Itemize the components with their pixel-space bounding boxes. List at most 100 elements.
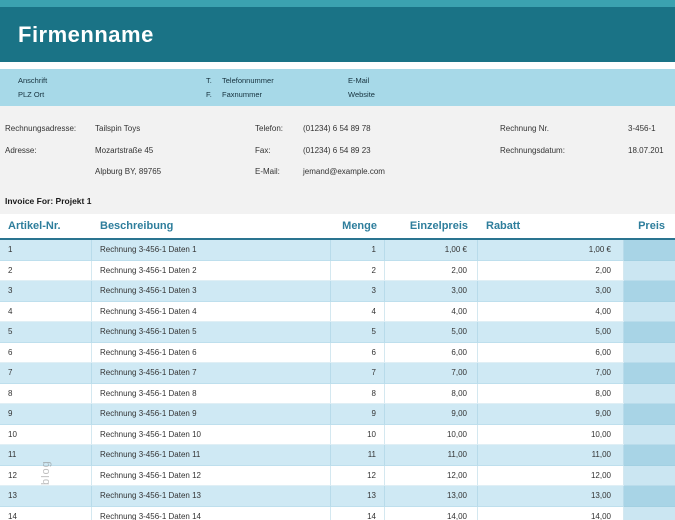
cell-einzelpreis: 14,00 <box>385 507 478 520</box>
cell-einzelpreis: 5,00 <box>385 322 478 343</box>
cell-artikel-nr: 3 <box>0 281 92 302</box>
website-label: Website <box>348 90 375 99</box>
cell-menge: 10 <box>331 425 385 446</box>
table-row: 9Rechnung 3-456-1 Daten 999,009,00 <box>0 404 675 425</box>
cell-menge: 14 <box>331 507 385 520</box>
cell-rabatt: 3,00 <box>478 281 624 302</box>
cell-einzelpreis: 3,00 <box>385 281 478 302</box>
cell-beschreibung: Rechnung 3-456-1 Daten 7 <box>92 363 331 384</box>
cell-beschreibung: Rechnung 3-456-1 Daten 2 <box>92 261 331 282</box>
table-row: 12Rechnung 3-456-1 Daten 121212,0012,00 <box>0 466 675 487</box>
table-row: 10Rechnung 3-456-1 Daten 101010,0010,00 <box>0 425 675 446</box>
cell-artikel-nr: 9 <box>0 404 92 425</box>
table-row: 6Rechnung 3-456-1 Daten 666,006,00 <box>0 343 675 364</box>
fax-value: (01234) 6 54 89 23 <box>303 146 371 155</box>
cell-artikel-nr: 7 <box>0 363 92 384</box>
phone-prefix: T. <box>206 76 212 85</box>
cell-menge: 3 <box>331 281 385 302</box>
table-row: 4Rechnung 3-456-1 Daten 444,004,00 <box>0 302 675 323</box>
cell-beschreibung: Rechnung 3-456-1 Daten 10 <box>92 425 331 446</box>
email-label: E-Mail: <box>255 167 280 176</box>
cell-rabatt: 5,00 <box>478 322 624 343</box>
cell-menge: 4 <box>331 302 385 323</box>
invoice-date-label: Rechnungsdatum: <box>500 146 565 155</box>
cell-menge: 13 <box>331 486 385 507</box>
table-row: 7Rechnung 3-456-1 Daten 777,007,00 <box>0 363 675 384</box>
column-header-preis: Preis <box>624 214 675 238</box>
cell-artikel-nr: 1 <box>0 240 92 261</box>
column-header-beschreibung: Beschreibung <box>92 214 331 238</box>
cell-menge: 2 <box>331 261 385 282</box>
cell-einzelpreis: 7,00 <box>385 363 478 384</box>
cell-menge: 9 <box>331 404 385 425</box>
cell-menge: 7 <box>331 363 385 384</box>
top-accent-strip <box>0 0 675 7</box>
address-label: Anschrift <box>18 76 47 85</box>
phone-label: Telefonnummer <box>222 76 274 85</box>
cell-menge: 6 <box>331 343 385 364</box>
cell-rabatt: 6,00 <box>478 343 624 364</box>
table-row: 13Rechnung 3-456-1 Daten 131313,0013,00 <box>0 486 675 507</box>
cell-preis <box>624 363 675 384</box>
cell-einzelpreis: 9,00 <box>385 404 478 425</box>
cell-rabatt: 9,00 <box>478 404 624 425</box>
billing-address-label: Rechnungsadresse: <box>5 124 76 133</box>
cell-rabatt: 13,00 <box>478 486 624 507</box>
cell-preis <box>624 486 675 507</box>
address-city-value: Alpburg BY, 89765 <box>95 167 161 176</box>
cell-beschreibung: Rechnung 3-456-1 Daten 8 <box>92 384 331 405</box>
invoice-page: Firmenname Anschrift PLZ Ort T. Telefonn… <box>0 0 675 520</box>
cell-einzelpreis: 6,00 <box>385 343 478 364</box>
cell-preis <box>624 425 675 446</box>
cell-preis <box>624 384 675 405</box>
cell-beschreibung: Rechnung 3-456-1 Daten 11 <box>92 445 331 466</box>
cell-artikel-nr: 5 <box>0 322 92 343</box>
city-label: PLZ Ort <box>18 90 44 99</box>
cell-rabatt: 1,00 € <box>478 240 624 261</box>
fax-prefix: F. <box>206 90 212 99</box>
cell-rabatt: 11,00 <box>478 445 624 466</box>
cell-beschreibung: Rechnung 3-456-1 Daten 14 <box>92 507 331 520</box>
address-label: Adresse: <box>5 146 37 155</box>
cell-beschreibung: Rechnung 3-456-1 Daten 6 <box>92 343 331 364</box>
address-value: Mozartstraße 45 <box>95 146 153 155</box>
column-header-rabatt: Rabatt <box>478 214 624 238</box>
table-row: 2Rechnung 3-456-1 Daten 222,002,00 <box>0 261 675 282</box>
invoice-for-line: Invoice For: Projekt 1 <box>5 196 91 206</box>
cell-rabatt: 14,00 <box>478 507 624 520</box>
cell-preis <box>624 466 675 487</box>
phone-value: (01234) 6 54 89 78 <box>303 124 371 133</box>
cell-einzelpreis: 11,00 <box>385 445 478 466</box>
cell-beschreibung: Rechnung 3-456-1 Daten 13 <box>92 486 331 507</box>
cell-menge: 1 <box>331 240 385 261</box>
cell-artikel-nr: 13 <box>0 486 92 507</box>
cell-artikel-nr: 6 <box>0 343 92 364</box>
invoice-table: Artikel-Nr. Beschreibung Menge Einzelpre… <box>0 214 675 520</box>
cell-rabatt: 4,00 <box>478 302 624 323</box>
cell-rabatt: 8,00 <box>478 384 624 405</box>
cell-preis <box>624 302 675 323</box>
cell-preis <box>624 261 675 282</box>
invoice-number-label: Rechnung Nr. <box>500 124 549 133</box>
cell-beschreibung: Rechnung 3-456-1 Daten 12 <box>92 466 331 487</box>
cell-beschreibung: Rechnung 3-456-1 Daten 3 <box>92 281 331 302</box>
fax-label: Faxnummer <box>222 90 262 99</box>
table-body: 1Rechnung 3-456-1 Daten 111,00 €1,00 €2R… <box>0 240 675 520</box>
cell-rabatt: 7,00 <box>478 363 624 384</box>
table-row: 11Rechnung 3-456-1 Daten 111111,0011,00 <box>0 445 675 466</box>
cell-preis <box>624 507 675 520</box>
billing-address-value: Tailspin Toys <box>95 124 140 133</box>
cell-einzelpreis: 1,00 € <box>385 240 478 261</box>
cell-menge: 11 <box>331 445 385 466</box>
column-header-artikel-nr: Artikel-Nr. <box>0 214 92 238</box>
cell-artikel-nr: 4 <box>0 302 92 323</box>
table-header-row: Artikel-Nr. Beschreibung Menge Einzelpre… <box>0 214 675 240</box>
invoice-number-value: 3-456-1 <box>628 124 656 133</box>
cell-menge: 8 <box>331 384 385 405</box>
masthead: Firmenname <box>0 7 675 62</box>
cell-artikel-nr: 10 <box>0 425 92 446</box>
cell-beschreibung: Rechnung 3-456-1 Daten 9 <box>92 404 331 425</box>
phone-label: Telefon: <box>255 124 283 133</box>
cell-beschreibung: Rechnung 3-456-1 Daten 5 <box>92 322 331 343</box>
cell-preis <box>624 281 675 302</box>
